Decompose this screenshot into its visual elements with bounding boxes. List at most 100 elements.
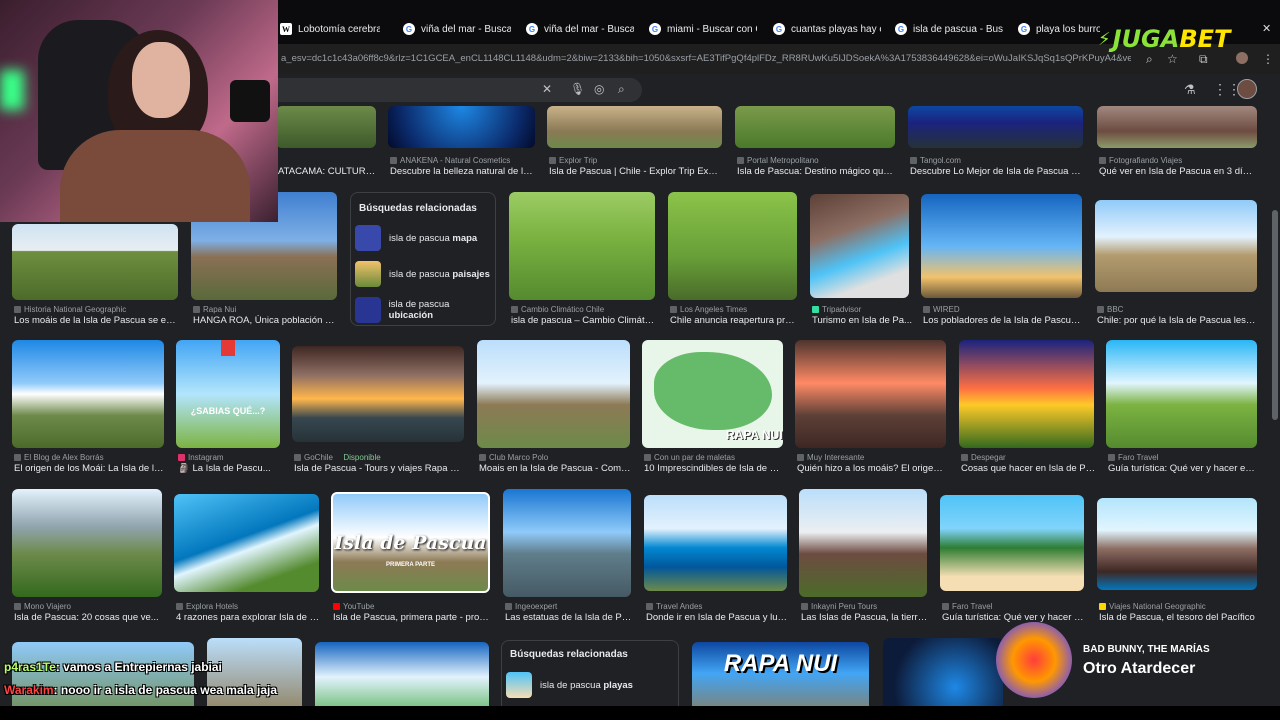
search-icon[interactable]: ⌕ (1146, 52, 1153, 67)
result-caption[interactable]: 🗿 La Isla de Pascu... (178, 463, 282, 474)
result-source[interactable]: Portal Metropolitano (737, 156, 892, 165)
url-field[interactable]: a_esv=dc1c1c43a06ff8c9&rlz=1C1GCEA_enCL1… (281, 53, 1131, 64)
result-caption[interactable]: 4 razones para explorar Isla de P... (176, 612, 321, 623)
image-thumb[interactable] (959, 340, 1094, 448)
browser-tab[interactable]: G miami - Buscar con G ✕ (649, 14, 757, 44)
result-source[interactable]: BBC (1097, 305, 1252, 314)
microphone-icon[interactable]: 🎙 (570, 82, 585, 96)
video-thumb[interactable]: Isla de Pascua PRIMERA PARTE (331, 492, 490, 593)
extensions-icon[interactable]: ⧉ (1199, 52, 1208, 67)
result-caption[interactable]: Los pobladores de la Isla de Pascua ll..… (923, 315, 1083, 326)
result-caption[interactable]: Guía turística: Qué ver y hacer en ... (942, 612, 1087, 623)
result-caption[interactable]: 10 Imprescindibles de Isla de Pa... (644, 463, 785, 474)
image-thumb[interactable] (12, 340, 164, 448)
image-thumb[interactable] (810, 194, 909, 298)
close-icon[interactable]: ✕ (1262, 22, 1271, 35)
image-thumb[interactable] (12, 489, 162, 597)
result-source[interactable]: Historia National Geographic (14, 305, 174, 314)
result-source[interactable]: Club Marco Polo (479, 453, 629, 462)
result-source[interactable]: GoChile Disponible (294, 453, 464, 462)
search-icon[interactable]: ⌕ (618, 82, 625, 97)
image-thumb[interactable] (292, 346, 464, 442)
result-source[interactable]: Con un par de maletas (644, 453, 784, 462)
browser-tab[interactable]: G cuantas playas hay e ✕ (773, 14, 881, 44)
result-source[interactable]: El Blog de Alex Borrás (14, 453, 164, 462)
result-caption[interactable]: Descubre Lo Mejor de Isla de Pascua - ¡R… (910, 166, 1082, 177)
image-thumb[interactable] (735, 106, 895, 148)
result-source[interactable]: Faro Travel (1108, 453, 1253, 462)
image-thumb[interactable] (799, 489, 927, 597)
related-search-item[interactable]: isla de pascua paisajes (355, 260, 490, 288)
result-caption[interactable]: Isla de Pascua, primera parte - progra..… (333, 612, 491, 623)
result-caption[interactable]: Donde ir en Isla de Pascua y luga... (646, 612, 788, 623)
result-source[interactable]: Viajes National Geographic (1099, 602, 1254, 611)
result-source[interactable]: WIRED (923, 305, 1078, 314)
browser-tab[interactable]: G viña del mar - Buscar ✕ (403, 14, 511, 44)
result-source[interactable]: Muy Interesante (797, 453, 947, 462)
image-thumb[interactable] (795, 340, 946, 448)
result-source[interactable]: YouTube (333, 602, 488, 611)
result-source[interactable]: Instagram (178, 453, 278, 462)
image-thumb[interactable] (1095, 200, 1257, 292)
image-thumb[interactable] (644, 495, 787, 591)
result-source[interactable]: ANAKENA - Natural Cosmetics (390, 156, 535, 165)
result-caption[interactable]: Descubre la belleza natural de la I... (390, 166, 535, 177)
star-icon[interactable]: ☆ (1167, 52, 1178, 66)
result-caption[interactable]: Las estatuas de la Isla de Pa... (505, 612, 633, 623)
result-source[interactable]: Ingeoexpert (505, 602, 630, 611)
image-thumb[interactable] (503, 489, 631, 597)
image-thumb[interactable] (940, 495, 1084, 591)
result-caption[interactable]: Isla de Pascua: 20 cosas que ve... (14, 612, 164, 623)
result-caption[interactable]: Moais en la Isla de Pascua - Comun... (479, 463, 631, 474)
result-source[interactable]: Tripadvisor (812, 305, 912, 314)
result-source[interactable]: Despegar (961, 453, 1091, 462)
profile-avatar[interactable] (1236, 52, 1248, 64)
browser-tab-active[interactable]: G isla de pascua - Busc ✕ (895, 14, 1003, 44)
related-search-item[interactable]: isla de pascua ubicación (355, 296, 495, 324)
image-thumb[interactable]: ¿SABIAS QUÉ...? (176, 340, 280, 448)
result-caption[interactable]: Isla de Pascua | Chile - Explor Trip Exp… (549, 166, 721, 177)
lens-icon[interactable]: ◎ (594, 82, 604, 96)
result-source[interactable]: Los Angeles Times (670, 305, 795, 314)
menu-icon[interactable]: ⋮ (1262, 52, 1274, 66)
result-source[interactable]: Explora Hotels (176, 602, 316, 611)
result-caption[interactable]: El origen de los Moái: La Isla de los... (14, 463, 166, 474)
image-thumb[interactable] (509, 192, 655, 300)
labs-icon[interactable]: ⚗ (1184, 82, 1196, 98)
result-caption[interactable]: Quién hizo a los moáis? El origen d... (797, 463, 947, 474)
result-caption[interactable]: ATACAMA: CULTURA... (278, 166, 378, 177)
related-search-item[interactable]: isla de pascua mapa (355, 224, 477, 252)
image-thumb[interactable] (388, 106, 535, 148)
image-thumb[interactable] (547, 106, 722, 148)
result-source[interactable]: Travel Andes (646, 602, 786, 611)
result-caption[interactable]: Isla de Pascua: Destino mágico que v... (737, 166, 894, 177)
result-caption[interactable]: Cosas que hacer en Isla de Pa... (961, 463, 1096, 474)
result-source[interactable]: Inkayni Peru Tours (801, 602, 926, 611)
related-search-item[interactable]: isla de pascua playas (506, 671, 633, 699)
clear-icon[interactable]: ✕ (542, 82, 552, 96)
page-scrollbar[interactable] (1272, 210, 1278, 420)
result-caption[interactable]: Chile: por qué la Isla de Pascua les es.… (1097, 315, 1257, 326)
result-caption[interactable]: Los moáis de la Isla de Pascua se escul.… (14, 315, 179, 326)
image-thumb[interactable] (1106, 340, 1257, 448)
result-caption[interactable]: Isla de Pascua, el tesoro del Pacífico (1099, 612, 1259, 623)
result-source[interactable]: Rapa Nui (193, 305, 333, 314)
result-caption[interactable]: isla de pascua – Cambio Climático... (511, 315, 656, 326)
image-thumb[interactable] (276, 106, 376, 148)
account-avatar[interactable] (1237, 79, 1257, 99)
result-source[interactable]: Cambio Climático Chile (511, 305, 651, 314)
image-thumb[interactable] (174, 494, 319, 592)
result-caption[interactable]: HANGA ROA, Única población y c... (193, 315, 338, 326)
browser-tab[interactable]: G viña del mar - Buscar ✕ (526, 14, 634, 44)
image-thumb[interactable] (477, 340, 630, 448)
result-source[interactable]: Tangol.com (910, 156, 1080, 165)
image-thumb[interactable] (668, 192, 797, 300)
image-thumb[interactable]: RAPA NUI (642, 340, 783, 448)
result-caption[interactable]: Las Islas de Pascua, la tierra ... (801, 612, 929, 623)
result-caption[interactable]: Isla de Pascua - Tours y viajes Rapa Nui… (294, 463, 466, 474)
image-thumb[interactable] (908, 106, 1083, 148)
search-input[interactable]: ✕ 🎙 ◎ ⌕ (250, 78, 642, 102)
image-thumb[interactable] (1097, 106, 1257, 148)
result-source[interactable]: Mono Viajero (14, 602, 162, 611)
result-caption[interactable]: Guía turística: Qué ver y hacer en I... (1108, 463, 1258, 474)
